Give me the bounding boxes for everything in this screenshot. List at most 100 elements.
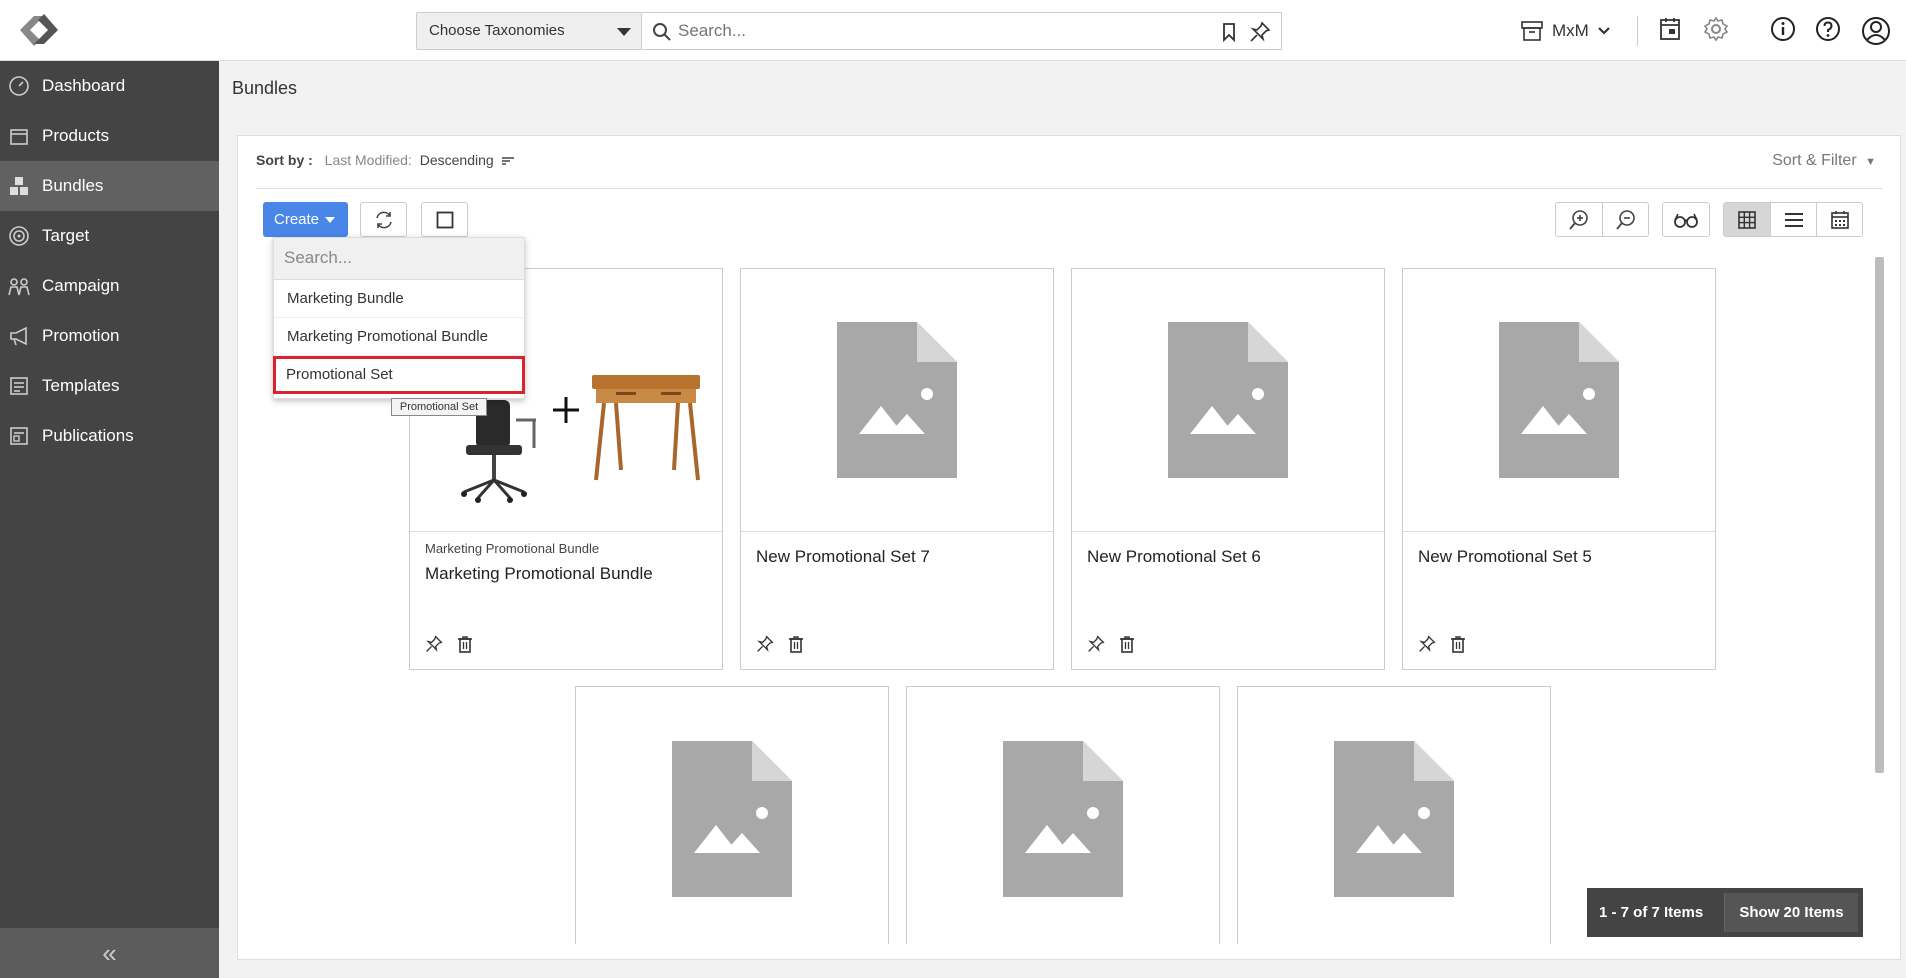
card-thumbnail	[576, 687, 888, 950]
preview-controls	[1662, 202, 1710, 237]
zoom-in-button[interactable]	[1556, 203, 1602, 236]
sidebar: Dashboard Products Bundles Target Campai…	[0, 61, 219, 978]
sort-icon[interactable]	[501, 155, 515, 167]
search-input[interactable]	[678, 19, 1198, 43]
taxonomy-select-label: Choose Taxonomies	[429, 22, 565, 39]
list-view-button[interactable]	[1770, 203, 1816, 236]
card-title[interactable]: Marketing Promotional Bundle	[425, 564, 653, 584]
calendar-icon	[1830, 210, 1849, 229]
trash-icon[interactable]	[457, 635, 473, 653]
menu-item-promotional-set[interactable]: Promotional Set	[273, 356, 525, 394]
trash-icon[interactable]	[1450, 635, 1466, 653]
products-icon	[10, 129, 28, 145]
chevron-down-icon	[1598, 27, 1610, 35]
card-actions	[425, 635, 473, 653]
card-title[interactable]: New Promotional Set 6	[1087, 547, 1261, 567]
card-thumbnail	[1238, 687, 1550, 950]
zoom-out-button[interactable]	[1602, 203, 1648, 236]
trash-icon[interactable]	[1119, 635, 1135, 653]
zoom-out-icon	[1615, 209, 1635, 230]
zoom-controls	[1555, 202, 1649, 237]
sidebar-item-promotion[interactable]: Promotion	[0, 311, 219, 361]
select-all-button[interactable]	[421, 202, 468, 237]
sidebar-item-publications[interactable]: Publications	[0, 411, 219, 461]
refresh-icon	[375, 211, 392, 228]
user-avatar-icon[interactable]	[1861, 16, 1891, 46]
card-actions	[756, 635, 804, 653]
sidebar-item-templates[interactable]: Templates	[0, 361, 219, 411]
bundle-card[interactable]: New Promotional Set 7	[740, 268, 1054, 670]
tenant-label: MxM	[1552, 21, 1589, 40]
app-logo-icon[interactable]	[14, 8, 64, 52]
sidebar-item-campaign[interactable]: Campaign	[0, 261, 219, 311]
taxonomy-select[interactable]: Choose Taxonomies	[416, 12, 642, 50]
bundle-card[interactable]	[575, 686, 889, 944]
sidebar-item-label: Campaign	[42, 276, 120, 295]
bundle-card[interactable]: New Promotional Set 6	[1071, 268, 1385, 670]
grid-view-button[interactable]	[1724, 203, 1770, 236]
info-icon[interactable]	[1770, 16, 1796, 42]
pagination-bar: 1 - 7 of 7 Items Show 20 Items	[1587, 888, 1863, 937]
collapse-sidebar-button[interactable]: «	[0, 928, 219, 978]
global-search	[642, 12, 1282, 50]
preview-button[interactable]	[1663, 203, 1709, 236]
gear-icon[interactable]	[1703, 16, 1729, 42]
sort-filter-toggle[interactable]: Sort & Filter ▼	[1772, 152, 1876, 170]
pin-icon[interactable]	[1249, 21, 1271, 43]
scrollbar[interactable]	[1875, 257, 1884, 773]
megaphone-icon	[10, 326, 27, 346]
page-title: Bundles	[232, 78, 298, 98]
refresh-button[interactable]	[360, 202, 407, 237]
sidebar-item-label: Target	[42, 226, 90, 245]
pin-icon[interactable]	[425, 635, 443, 653]
target-icon	[9, 226, 29, 246]
chevron-down-icon	[617, 28, 631, 36]
dropdown-search-placeholder: Search...	[284, 248, 353, 267]
bundle-card[interactable]	[1237, 686, 1551, 944]
sidebar-item-target[interactable]: Target	[0, 211, 219, 261]
divider	[1637, 16, 1638, 46]
dropdown-search-input[interactable]: Search...	[274, 238, 524, 280]
double-chevron-left-icon: «	[102, 937, 117, 968]
calendar-view-button[interactable]	[1816, 203, 1862, 236]
menu-item-marketing-promotional-bundle[interactable]: Marketing Promotional Bundle	[274, 318, 524, 356]
help-icon[interactable]	[1815, 16, 1841, 42]
pin-icon[interactable]	[1087, 635, 1105, 653]
menu-item-marketing-bundle[interactable]: Marketing Bundle	[274, 280, 524, 318]
pin-icon[interactable]	[1418, 635, 1436, 653]
trash-icon[interactable]	[788, 635, 804, 653]
sidebar-item-bundles[interactable]: Bundles	[0, 161, 219, 211]
sort-field[interactable]: Last Modified:	[325, 152, 412, 168]
bundles-icon	[10, 177, 28, 195]
bundle-card[interactable]: New Promotional Set 5	[1402, 268, 1716, 670]
sidebar-item-label: Bundles	[42, 176, 104, 195]
sidebar-item-label: Dashboard	[42, 76, 126, 95]
dashboard-icon	[9, 76, 29, 96]
card-title[interactable]: New Promotional Set 7	[756, 547, 930, 567]
glasses-icon	[1674, 213, 1698, 228]
card-title[interactable]: New Promotional Set 5	[1418, 547, 1592, 567]
zoom-in-icon	[1569, 209, 1588, 230]
calendar-box-icon[interactable]	[1658, 16, 1682, 42]
sidebar-item-products[interactable]: Products	[0, 111, 219, 161]
bundle-card[interactable]	[906, 686, 1220, 944]
pin-icon[interactable]	[756, 635, 774, 653]
image-placeholder-icon	[1003, 740, 1123, 897]
tenant-switcher[interactable]: MxM	[1520, 14, 1611, 48]
image-placeholder-icon	[1499, 322, 1619, 478]
checkbox-icon	[436, 211, 453, 228]
sort-direction[interactable]: Descending	[420, 152, 494, 168]
create-button[interactable]: Create	[263, 202, 348, 237]
show-items-button[interactable]: Show 20 Items	[1724, 893, 1858, 932]
bookmark-icon[interactable]	[1221, 22, 1237, 42]
image-placeholder-icon	[1334, 740, 1454, 897]
sidebar-item-label: Templates	[42, 376, 120, 395]
sort-filter-label: Sort & Filter	[1772, 152, 1857, 169]
card-thumbnail	[1403, 269, 1715, 532]
sort-bar: Sort by : Last Modified: Descending	[256, 152, 515, 168]
publications-icon	[10, 427, 28, 445]
sidebar-item-dashboard[interactable]: Dashboard	[0, 61, 219, 111]
archive-icon	[1521, 21, 1543, 41]
pagination-range: 1 - 7 of 7 Items	[1599, 904, 1704, 921]
caret-down-icon: ▼	[1865, 156, 1876, 168]
